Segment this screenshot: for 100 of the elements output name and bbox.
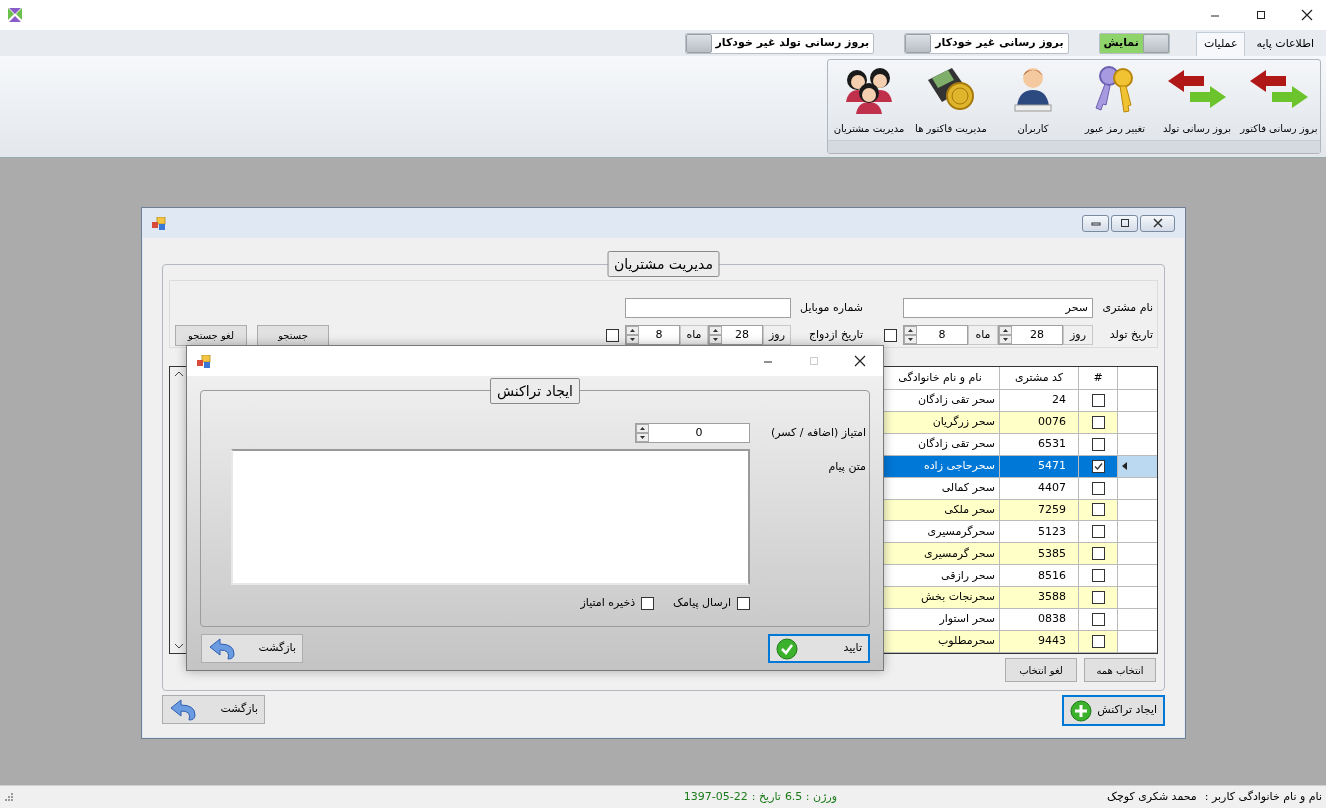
status-date: 1397-05-22: [683, 788, 748, 805]
form-icon: [152, 216, 166, 230]
close-icon[interactable]: [853, 355, 867, 367]
table-cell: 5123: [999, 521, 1078, 544]
close-button[interactable]: [1140, 214, 1175, 232]
number-spinner[interactable]: 28: [998, 325, 1063, 345]
number-spinner[interactable]: 8: [625, 325, 680, 345]
day-label: روز: [1063, 325, 1093, 345]
number-spinner[interactable]: 0: [635, 423, 750, 443]
toggle-knob: [685, 33, 712, 53]
app-logo-icon: [8, 8, 22, 22]
column-header[interactable]: #: [1078, 367, 1117, 390]
ribbon-button[interactable]: مدیریت فاکتور ها: [910, 60, 992, 140]
confirm-button[interactable]: تایید: [768, 634, 870, 663]
row-checkbox[interactable]: [1091, 613, 1105, 627]
ribbon-button[interactable]: تغییر رمز عبور: [1074, 60, 1156, 140]
tab[interactable]: اطلاعات پایه: [1249, 32, 1321, 56]
field-label: تاریخ تولد: [1108, 326, 1153, 343]
maximize-icon[interactable]: [1254, 9, 1268, 21]
day-label: روز: [763, 325, 791, 345]
restore-icon: [1118, 218, 1131, 228]
row-header[interactable]: [1117, 455, 1157, 478]
ribbon-button[interactable]: مدیریت مشتریان: [828, 60, 910, 140]
search-button[interactable]: جستجو: [257, 324, 329, 346]
ribbon-button[interactable]: بروز رسانی فاکتور: [1238, 60, 1320, 140]
table-cell: 5385: [999, 543, 1078, 566]
field-label: تاریخ ازدواج: [807, 326, 863, 343]
status-user-name: محمد شکری کوچک: [1107, 788, 1197, 805]
clear-search-button[interactable]: لغو جستجو: [175, 324, 247, 346]
scroll-up-icon[interactable]: [174, 371, 183, 376]
spinner-value: 0: [694, 424, 704, 441]
check-circle-icon: [776, 637, 798, 660]
number-spinner[interactable]: 8: [903, 325, 968, 345]
row-checkbox[interactable]: [1091, 459, 1105, 473]
message-field[interactable]: [231, 449, 750, 585]
swap-arrows-icon: [1248, 69, 1310, 109]
spin-arrows-icon: [636, 424, 649, 442]
name-field[interactable]: سحر: [903, 298, 1093, 318]
spinner-value: 28: [1029, 326, 1045, 343]
select-all-button[interactable]: انتخاب همه: [1084, 658, 1156, 682]
spin-arrows-icon: [999, 326, 1012, 344]
row-checkbox[interactable]: [1091, 437, 1105, 451]
scroll-down-icon[interactable]: [174, 644, 183, 649]
row-checkbox[interactable]: [1091, 525, 1105, 539]
table-cell: 3588: [999, 587, 1078, 610]
checkbox[interactable]: [606, 328, 619, 342]
row-checkbox[interactable]: [1091, 591, 1105, 605]
row-checkbox[interactable]: [1091, 415, 1105, 429]
column-header[interactable]: کد مشتری: [999, 367, 1078, 390]
close-icon: [1151, 218, 1164, 228]
status-date-label: تاریخ :: [751, 788, 781, 805]
restore-button[interactable]: [1111, 214, 1138, 232]
field-label: متن پیام: [827, 459, 866, 475]
checkbox[interactable]: [641, 596, 655, 610]
row-checkbox[interactable]: [1091, 503, 1105, 517]
field-label: امتیاز (اضافه / کسر): [769, 424, 866, 441]
row-checkbox[interactable]: [1091, 481, 1105, 495]
table-cell: 5471: [999, 455, 1078, 478]
add-circle-icon: [1070, 699, 1092, 722]
toggle-button[interactable]: نمایش: [1098, 32, 1170, 54]
create-transaction-button[interactable]: ایجاد تراکنش: [1062, 695, 1165, 726]
mobile-field[interactable]: [625, 298, 791, 318]
toggle-button[interactable]: بروز رسانی تولد غیر خودکار: [684, 32, 875, 54]
toggle-label: بروز رسانی غیر خودکار: [933, 34, 1065, 51]
number-spinner[interactable]: 28: [708, 325, 763, 345]
toggle-label: بروز رسانی تولد غیر خودکار: [714, 34, 871, 51]
tab[interactable]: عملیات: [1195, 32, 1246, 56]
ribbon-button[interactable]: بروز رسانی تولد: [1156, 60, 1238, 140]
deselect-button[interactable]: لغو انتخاب: [1005, 658, 1077, 682]
checkbox-label: ارسال پیامک: [673, 595, 731, 611]
back-button[interactable]: بازگشت: [162, 695, 265, 724]
toggle-knob: [905, 33, 932, 53]
toggle-button[interactable]: بروز رسانی غیر خودکار: [904, 32, 1069, 54]
spin-arrows-icon: [709, 326, 722, 344]
back-button[interactable]: بازگشت: [201, 634, 303, 663]
resize-grip-icon[interactable]: [4, 792, 14, 802]
status-user-label: نام و نام خانوادگی کاربر :: [1204, 788, 1322, 805]
table-cell: 9443: [999, 631, 1078, 653]
table-cell: 8516: [999, 565, 1078, 588]
row-checkbox[interactable]: [1091, 569, 1105, 583]
spinner-value: 8: [654, 326, 664, 343]
month-label: ماه: [680, 325, 708, 345]
current-row-icon: [1122, 462, 1127, 471]
wallet-coin-icon: [926, 66, 976, 112]
checkbox[interactable]: [884, 328, 897, 342]
field-label: نام مشتری: [1101, 299, 1153, 316]
table-cell: 0838: [999, 609, 1078, 632]
row-checkbox[interactable]: [1091, 547, 1105, 561]
toggle-label: نمایش: [1102, 34, 1140, 51]
row-checkbox[interactable]: [1091, 393, 1105, 407]
checkbox-label: ذخیره امتیاز: [580, 595, 636, 611]
close-icon[interactable]: [1300, 9, 1314, 21]
checkbox[interactable]: [737, 596, 750, 610]
swap-arrows-icon: [1166, 69, 1228, 109]
back-arrow-icon: [169, 698, 197, 721]
ribbon-button[interactable]: کاربران: [992, 60, 1074, 140]
field-label: شماره موبایل: [799, 299, 863, 316]
back-arrow-icon: [208, 637, 236, 660]
row-checkbox[interactable]: [1091, 635, 1105, 648]
group-title: مدیریت مشتریان: [607, 251, 720, 277]
